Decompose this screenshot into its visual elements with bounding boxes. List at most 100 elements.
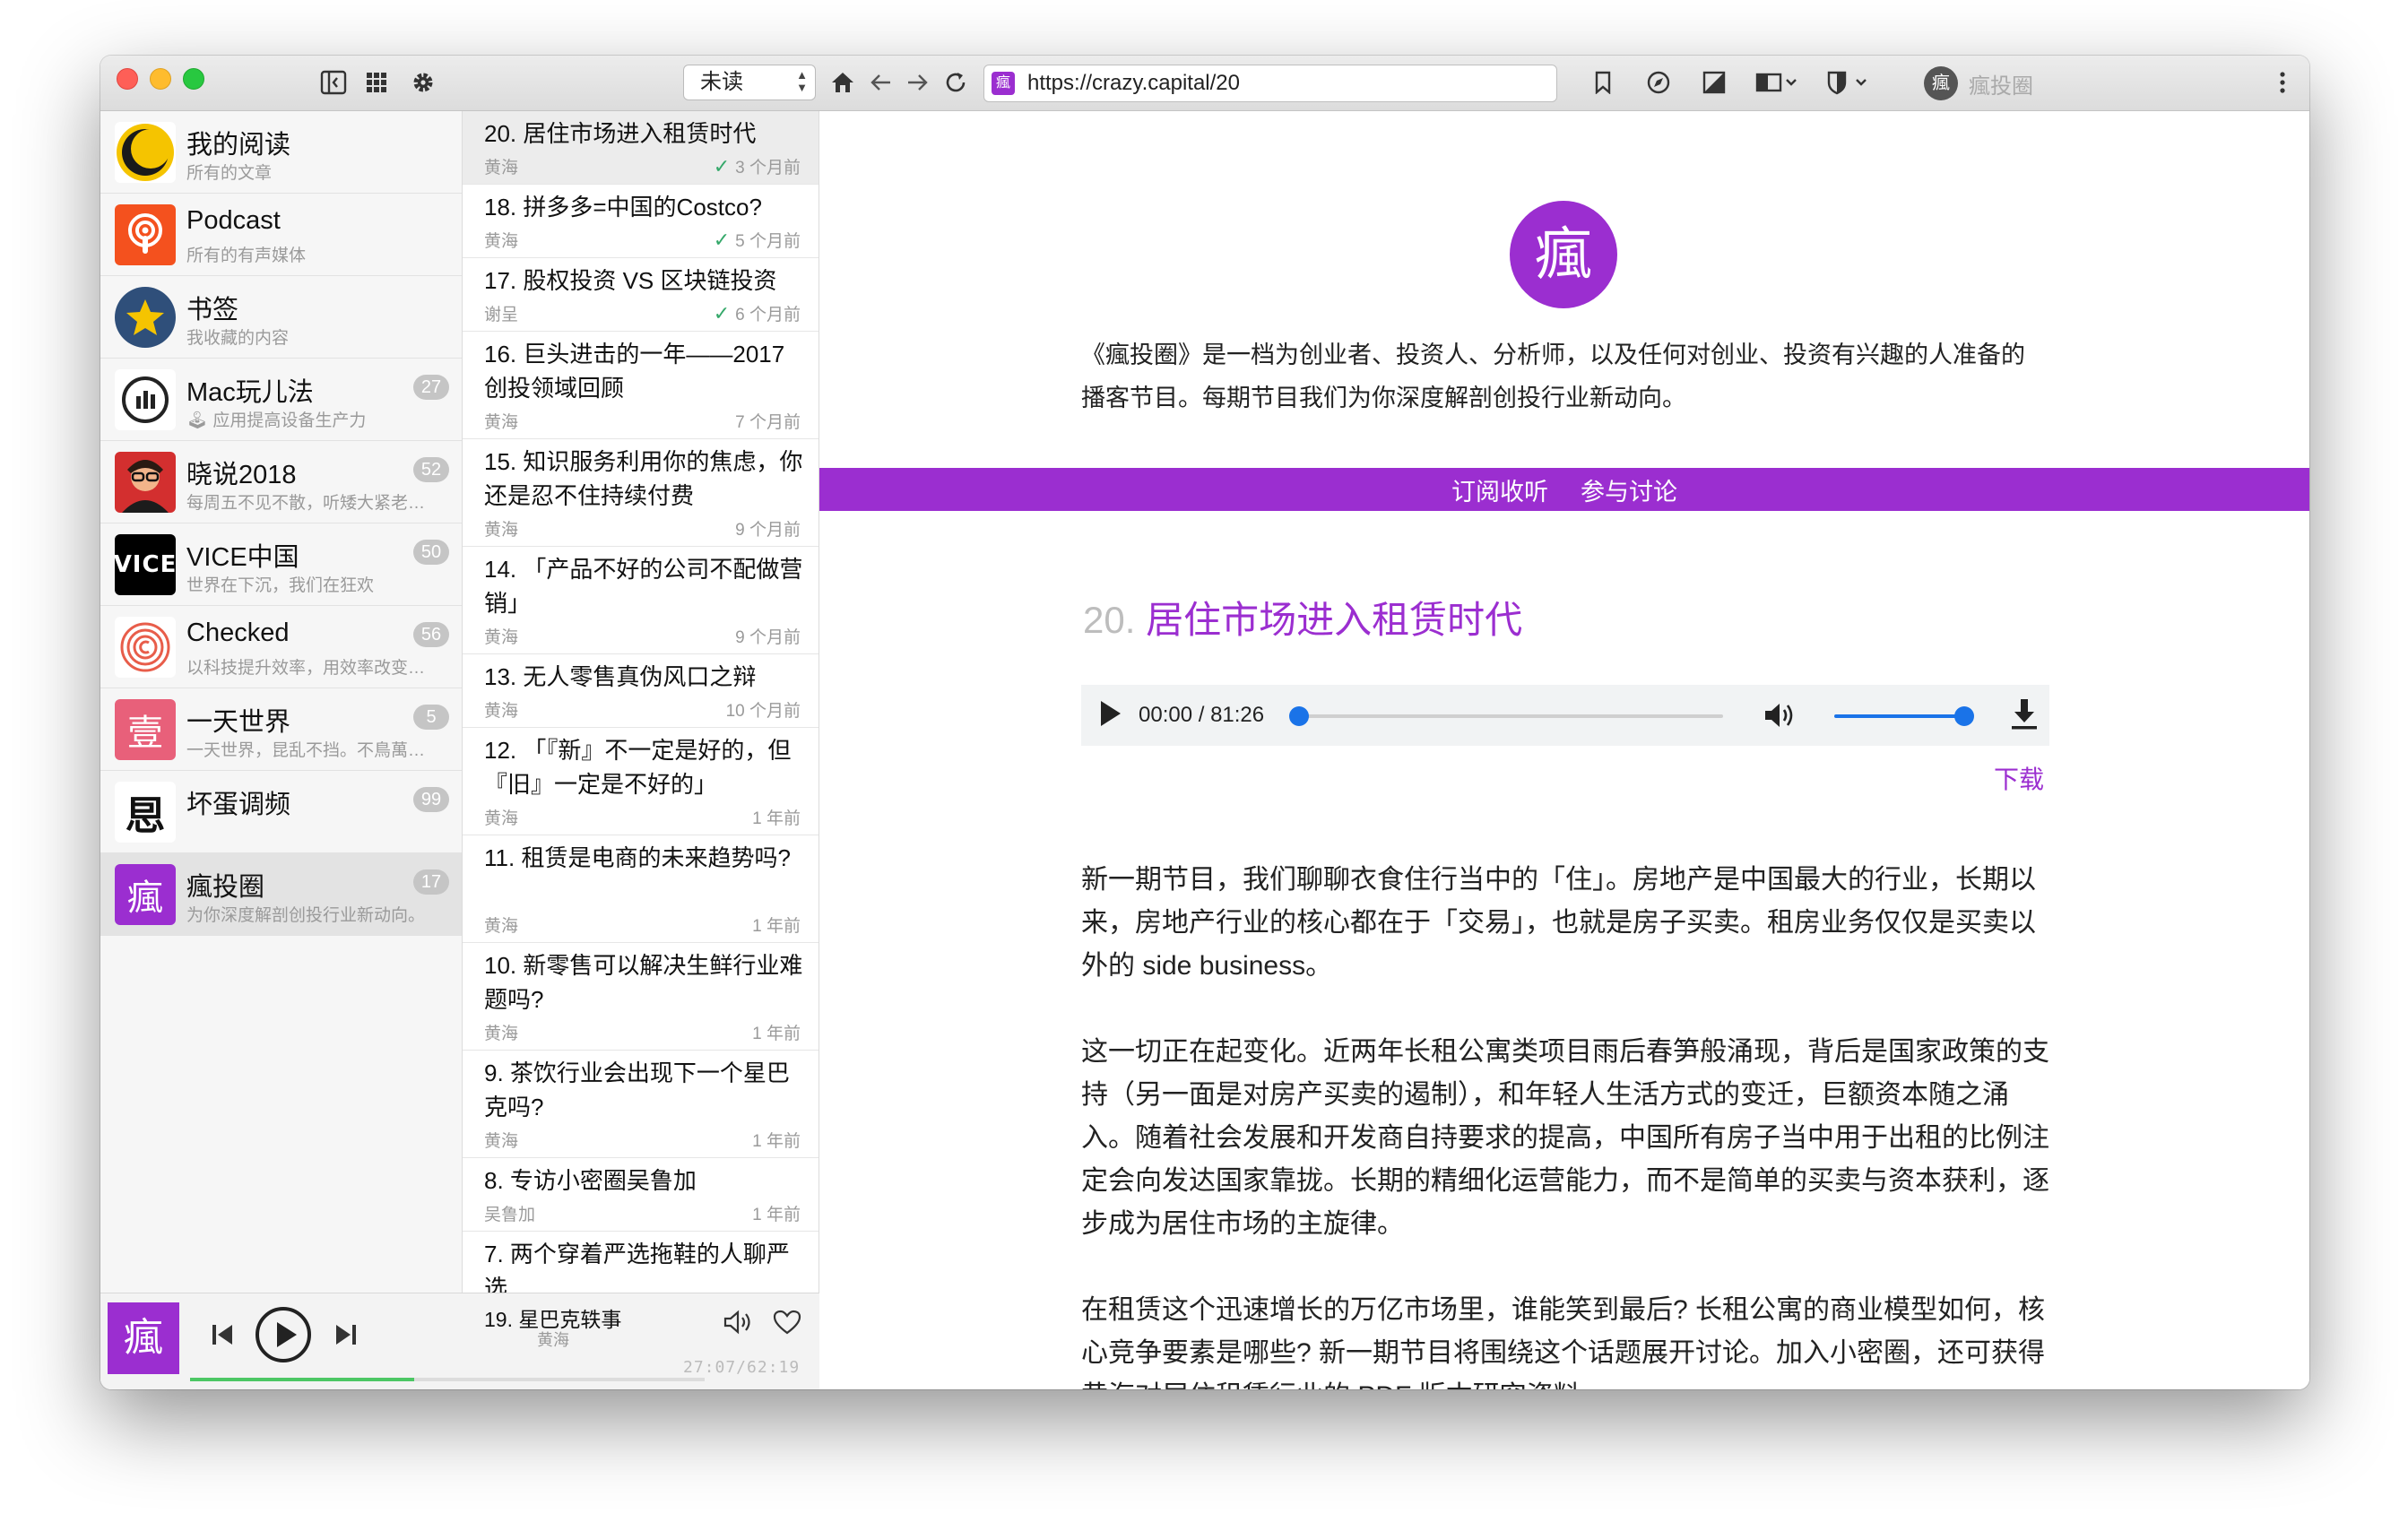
compass-icon[interactable]: [1642, 66, 1675, 99]
checkmark-icon: ✓: [713, 155, 731, 177]
heart-icon[interactable]: [767, 1304, 807, 1340]
skip-previous-icon[interactable]: [201, 1313, 244, 1356]
sidebar-item-bookmarks[interactable]: 书签 我收藏的内容: [100, 276, 462, 359]
reload-icon[interactable]: [940, 66, 972, 99]
sidebar-item-title: VICE中国: [186, 543, 299, 572]
audio-seek-bar[interactable]: [1296, 714, 1723, 718]
episode-author: 黄海: [484, 628, 519, 647]
episode-item[interactable]: 11. 租赁是电商的未来趋势吗? 黄海 1 年前: [463, 835, 819, 943]
volume-icon[interactable]: [1763, 699, 1798, 736]
zoom-window-button[interactable]: [183, 68, 204, 90]
download-icon[interactable]: [2010, 697, 2039, 736]
episode-title: 8. 专访小密圈吴鲁加: [484, 1167, 697, 1194]
podcast-description: 《瘋投圈》是一档为创业者、投资人、分析师，以及任何对创业、投资有兴趣的人准备的播…: [1081, 342, 2025, 411]
sidebar-item-title: 我的阅读: [186, 131, 291, 160]
sidebar-item-huaidan[interactable]: 㤙 坏蛋调频 99: [100, 771, 462, 853]
episode-item[interactable]: 17. 股权投资 VS 区块链投资 谢呈 ✓ 6 个月前: [463, 258, 819, 332]
sidebar-item-xiaoshuo[interactable]: 晓说2018 每周五不见不散，听矮大紧老… 52: [100, 441, 462, 523]
url-text: https://crazy.capital/20: [1027, 71, 1240, 95]
episode-author: 黄海: [484, 917, 519, 936]
episode-time: 1 年前: [752, 1132, 801, 1151]
episode-item[interactable]: 8. 专访小密圈吴鲁加 吴鲁加 1 年前: [463, 1158, 819, 1232]
episode-item[interactable]: 18. 拼多多=中国的Costco? 黄海 ✓ 5 个月前: [463, 185, 819, 258]
sidebar-item-title: 晓说2018: [186, 461, 297, 489]
url-bar[interactable]: 瘋 https://crazy.capital/20: [983, 65, 1557, 102]
article-paragraph: 在租赁这个迅速增长的万亿市场里，谁能笑到最后? 长租公寓的商业模型如何，核心竞争…: [1081, 1295, 2046, 1389]
sidebar-item-title: 一天世界: [186, 708, 291, 737]
audio-seek-handle[interactable]: [1289, 706, 1309, 726]
episode-time: ✓ 5 个月前: [713, 229, 801, 251]
filter-select[interactable]: 未读 ▲ ▼: [683, 65, 816, 100]
sidebar-item-yitianshijie[interactable]: 壹 一天世界 一天世界，昆乱不挡。不鳥萬… 5: [100, 688, 462, 771]
episode-time: 1 年前: [752, 809, 801, 828]
podcast-icon: [115, 204, 176, 265]
episode-item[interactable]: 10. 新零售可以解决生鲜行业难题吗? 黄海 1 年前: [463, 943, 819, 1051]
episode-item[interactable]: 12. 「『新』不一定是好的，但『旧』一定是不好的」 黄海 1 年前: [463, 728, 819, 835]
episode-item[interactable]: 9. 茶饮行业会出现下一个星巴克吗? 黄海 1 年前: [463, 1051, 819, 1158]
sidebar: 我的阅读 所有的文章 Podcast 所有的有声媒体 书签 我收藏的内容 Mac…: [100, 111, 463, 1389]
contrast-icon[interactable]: [1698, 66, 1730, 99]
sidebar-item-subtitle: 世界在下沉，我们在狂欢: [186, 576, 375, 595]
forward-arrow-icon[interactable]: [902, 66, 934, 99]
sidebar-item-title: 瘋投圈: [186, 873, 265, 902]
more-vertical-icon[interactable]: [2266, 66, 2299, 99]
episode-time: 1 年前: [752, 917, 801, 936]
unread-badge: 5: [413, 705, 449, 730]
player-progress-bar[interactable]: [190, 1378, 705, 1381]
unread-badge: 50: [413, 540, 449, 565]
volume-slider[interactable]: [1834, 714, 1962, 718]
speaker-icon[interactable]: [719, 1304, 758, 1340]
bookmark-icon[interactable]: [1587, 66, 1619, 99]
subscribe-link[interactable]: 订阅收听: [1451, 472, 1548, 507]
sidebar-item-my-reading[interactable]: 我的阅读 所有的文章: [100, 111, 462, 194]
episode-item[interactable]: 13. 无人零售真伪风口之辩 黄海 10 个月前: [463, 654, 819, 728]
skip-next-icon[interactable]: [325, 1313, 368, 1356]
back-arrow-icon[interactable]: [864, 66, 897, 99]
episode-time: 9 个月前: [735, 628, 801, 647]
episode-author: 黄海: [484, 809, 519, 828]
profile-avatar[interactable]: 瘋: [1924, 66, 1958, 100]
sidebar-item-subtitle: 所有的文章: [186, 164, 273, 183]
grid-view-icon[interactable]: [360, 66, 393, 99]
playback-time: 27:07/62:19: [683, 1358, 801, 1377]
sidebar-item-checked[interactable]: Checked 以科技提升效率，用效率改变… 56: [100, 606, 462, 688]
sidebar-item-subtitle: 🕹 应用提高设备生产力: [186, 411, 367, 430]
episode-title: 13. 无人零售真伪风口之辩: [484, 663, 757, 690]
sidebar-item-podcast[interactable]: Podcast 所有的有声媒体: [100, 194, 462, 276]
home-icon[interactable]: [827, 66, 859, 99]
episode-time: 1 年前: [752, 1025, 801, 1043]
volume-slider-handle[interactable]: [1954, 706, 1974, 726]
episode-author: 黄海: [484, 1025, 519, 1043]
episode-time: ✓ 6 个月前: [713, 302, 801, 324]
episode-author: 黄海: [484, 413, 519, 432]
select-arrows-icon: ▲ ▼: [796, 68, 808, 94]
article-paragraph: 这一切正在起变化。近两年长租公寓类项目雨后春笋般涌现，背后是国家政策的支持（另一…: [1081, 1037, 2049, 1239]
episode-item[interactable]: 20. 居住市场进入租赁时代 黄海 ✓ 3 个月前: [463, 111, 819, 185]
play-button[interactable]: [255, 1306, 312, 1363]
toggle-sidebar-icon[interactable]: [317, 66, 350, 99]
audio-play-icon[interactable]: [1101, 701, 1121, 726]
episode-time: 1 年前: [752, 1206, 801, 1224]
episode-item[interactable]: 16. 巨头进击的一年——2017创投领域回顾 黄海 7 个月前: [463, 332, 819, 439]
discuss-link[interactable]: 参与讨论: [1581, 472, 1677, 507]
bookmark-star-icon: [115, 287, 176, 348]
gear-icon[interactable]: [407, 66, 439, 99]
minimize-window-button[interactable]: [150, 68, 171, 90]
fengtouquan-logo-icon: 瘋: [115, 864, 176, 925]
episode-item[interactable]: 14. 「产品不好的公司不配做营销」 黄海 9 个月前: [463, 547, 819, 654]
sidebar-item-mac-wanerfa[interactable]: Mac玩儿法 🕹 应用提高设备生产力 27: [100, 359, 462, 441]
player-artwork: 瘋: [108, 1302, 179, 1374]
sidebar-item-vice[interactable]: VICE VICE中国 世界在下沉，我们在狂欢 50: [100, 523, 462, 606]
episode-title: 10. 新零售可以解决生鲜行业难题吗?: [484, 952, 803, 1013]
shield-icon[interactable]: [1822, 66, 1872, 99]
huaidan-logo-icon: 㤙: [115, 782, 176, 843]
sidebar-item-fengtouquan[interactable]: 瘋 瘋投圈 为你深度解剖创投行业新动向。 17: [100, 853, 462, 936]
close-window-button[interactable]: [117, 68, 138, 90]
app-window: 未读 ▲ ▼ 瘋 https://crazy.capital/20 瘋 瘋投圈 …: [100, 56, 2309, 1389]
unread-badge: 56: [413, 622, 449, 647]
audio-player-bar: 瘋 19. 星巴克轶事 黄海 27:07/62:19: [100, 1293, 819, 1389]
sidebar-item-subtitle: 我收藏的内容: [186, 329, 290, 348]
episode-item[interactable]: 15. 知识服务利用你的焦虑，你还是忍不住持续付费 黄海 9 个月前: [463, 439, 819, 547]
download-link[interactable]: 下载: [1994, 760, 2044, 796]
reader-view-icon[interactable]: [1752, 66, 1802, 99]
